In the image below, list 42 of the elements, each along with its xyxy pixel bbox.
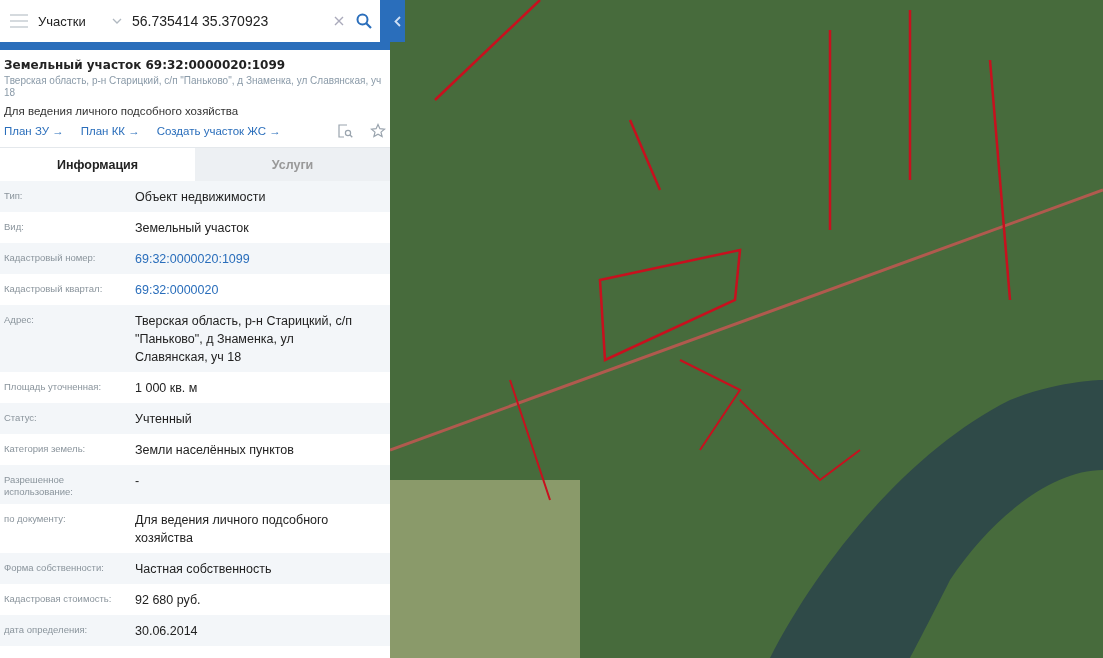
field-value: 1 000 кв. м [135, 380, 199, 397]
parcel-purpose: Для ведения личного подсобного хозяйства [4, 105, 240, 117]
field-value: - [135, 473, 141, 490]
field-value: Тверская область, р-н Старицкий, с/п "Паньково", д Знаменка, ул Славянская, уч 18 [135, 313, 353, 366]
field-label: Кадастровый номер: [4, 251, 97, 264]
field-label: Тип: [4, 189, 24, 202]
field-label: Площадь уточненная: [4, 380, 103, 393]
chevron-left-icon [394, 15, 401, 27]
field-value: Учтенный [135, 411, 193, 428]
field-value: Земельный участок [135, 220, 250, 237]
cadastral-link[interactable]: 69:32:0000020:1099 [135, 250, 363, 268]
field-label: дата определения: [4, 623, 89, 636]
collapse-panel-button[interactable] [390, 0, 405, 42]
field-label: Кадастровая стоимость: [4, 592, 113, 605]
field-value: Земли населённых пунктов [135, 442, 295, 459]
menu-icon[interactable] [10, 14, 28, 28]
field-value: Объект недвижимости [135, 189, 267, 206]
star-icon[interactable] [370, 123, 386, 139]
satellite-map-drawing[interactable] [390, 0, 1103, 658]
field-value: 92 680 руб. [135, 592, 202, 609]
plan-link[interactable]: План КК → [80, 125, 140, 137]
caret-icon[interactable] [112, 18, 122, 24]
layer-dropdown[interactable]: Участки [38, 13, 102, 29]
field-label: Форма собственности: [4, 561, 105, 574]
field-label: Вид: [4, 220, 25, 233]
field-label: Кадастровый квартал: [4, 282, 104, 295]
field-label: по документу: [4, 512, 67, 525]
field-label: Адрес: [4, 313, 35, 326]
clear-icon[interactable] [332, 14, 346, 28]
plan-link[interactable]: Создать участок ЖС → [156, 125, 281, 137]
parcel-address: Тверская область, р-н Старицкий, с/п "Паньково", д Знаменка, ул Славянская, уч 18 [4, 75, 383, 99]
search-icon[interactable] [356, 13, 372, 29]
parcel-title: Земельный участок 69:32:0000020:1099 [4, 58, 287, 72]
field-label: Статус: [4, 411, 38, 424]
field-label: Разрешенное использование: [4, 473, 74, 498]
plan-link[interactable]: План ЗУ → [4, 125, 64, 137]
field-value: Частная собственность [135, 561, 273, 578]
field-label: Категория земель: [4, 442, 87, 455]
cadastral-link[interactable]: 69:32:0000020 [135, 281, 363, 299]
field-value: Для ведения личного подсобного хозяйства [135, 512, 330, 547]
field-value: 30.06.2014 [135, 623, 199, 640]
document-search-icon[interactable] [337, 123, 353, 139]
